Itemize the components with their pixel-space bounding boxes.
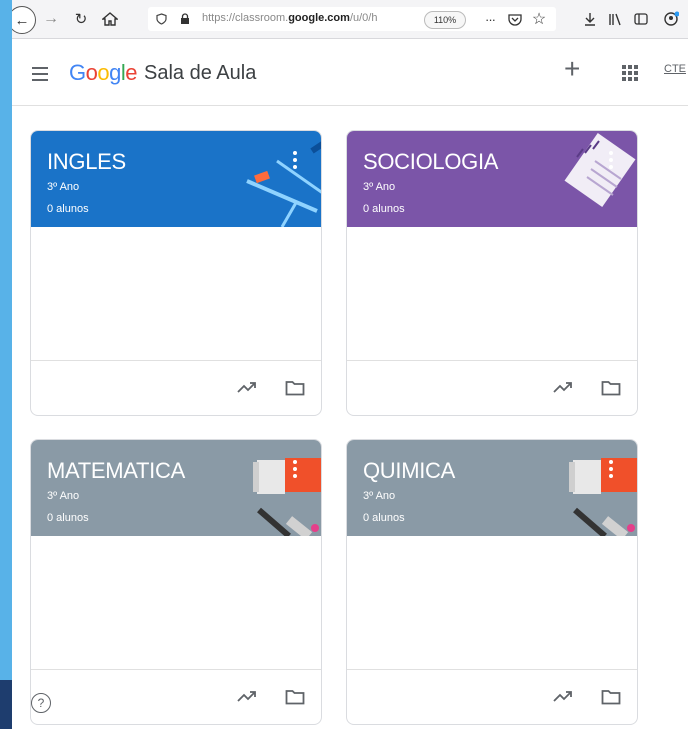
card-footer [31, 360, 321, 415]
class-card-header[interactable]: QUIMICA 3º Ano 0 alunos [347, 440, 637, 536]
more-vert-icon[interactable] [609, 151, 613, 172]
shield-icon[interactable] [154, 8, 168, 30]
left-border [0, 0, 12, 680]
add-icon[interactable]: + [564, 53, 580, 85]
reload-icon[interactable]: ↻ [72, 8, 90, 30]
trending-icon[interactable] [237, 380, 257, 394]
class-card-header[interactable]: INGLES 3º Ano 0 alunos [31, 131, 321, 227]
trending-icon[interactable] [553, 689, 573, 703]
more-vert-icon[interactable] [293, 151, 297, 172]
app-bar: Google Sala de Aula + CTE [12, 39, 688, 106]
more-vert-icon[interactable] [293, 460, 297, 481]
class-title[interactable]: MATEMATICA [47, 458, 185, 484]
sidebar-icon[interactable] [632, 8, 650, 30]
profile-icon[interactable] [660, 8, 682, 30]
card-footer [347, 669, 637, 724]
home-icon[interactable] [100, 8, 120, 30]
account-label[interactable]: CTE [664, 63, 686, 75]
pocket-icon[interactable] [507, 8, 523, 30]
class-card-header[interactable]: MATEMATICA 3º Ano 0 alunos [31, 440, 321, 536]
download-icon[interactable] [582, 8, 598, 30]
menu-icon[interactable] [32, 67, 48, 85]
student-count: 0 alunos [363, 203, 405, 215]
student-count: 0 alunos [363, 512, 405, 524]
class-section: 3º Ano [363, 490, 396, 502]
class-illustration [246, 141, 321, 227]
browser-window: ← → ↻ https://classroom.google.com/u/0/h… [12, 0, 688, 729]
trending-icon[interactable] [553, 380, 573, 394]
student-count: 0 alunos [47, 203, 89, 215]
class-card-quimica[interactable]: QUIMICA 3º Ano 0 alunos [346, 439, 638, 725]
class-section: 3º Ano [47, 490, 80, 502]
class-card-matematica[interactable]: MATEMATICA 3º Ano 0 alunos [30, 439, 322, 725]
more-vert-icon[interactable] [609, 460, 613, 481]
app-name: Sala de Aula [144, 62, 257, 84]
class-title[interactable]: QUIMICA [363, 458, 455, 484]
logo-letter: G [69, 60, 86, 85]
logo-letter: o [97, 60, 110, 85]
apps-icon[interactable] [622, 65, 638, 81]
trending-icon[interactable] [237, 689, 257, 703]
folder-icon[interactable] [285, 380, 305, 396]
class-card-sociologia[interactable]: SOCIOLOGIA 3º Ano 0 alunos [346, 130, 638, 416]
class-section: 3º Ano [363, 181, 396, 193]
folder-icon[interactable] [601, 380, 621, 396]
card-footer [347, 360, 637, 415]
student-count: 0 alunos [47, 512, 89, 524]
folder-icon[interactable] [285, 689, 305, 705]
left-border-lower [0, 680, 12, 729]
card-footer [31, 669, 321, 724]
class-illustration [564, 133, 636, 207]
browser-toolbar: ← → ↻ https://classroom.google.com/u/0/h… [12, 0, 688, 39]
lock-icon [178, 8, 192, 30]
logo-letter: e [125, 60, 138, 85]
back-icon[interactable]: ← [12, 6, 36, 34]
forward-icon[interactable]: → [42, 8, 60, 30]
logo-letter: o [85, 60, 98, 85]
help-icon[interactable]: ? [31, 693, 51, 713]
library-icon[interactable] [606, 8, 624, 30]
logo-letter: g [109, 60, 121, 85]
class-title[interactable]: INGLES [47, 149, 126, 175]
class-title[interactable]: SOCIOLOGIA [363, 149, 498, 175]
star-icon[interactable]: ☆ [530, 8, 548, 30]
class-card-ingles[interactable]: INGLES 3º Ano 0 alunos [30, 130, 322, 416]
folder-icon[interactable] [601, 689, 621, 705]
google-logo[interactable]: Google [69, 60, 138, 86]
class-section: 3º Ano [47, 181, 80, 193]
class-card-header[interactable]: SOCIOLOGIA 3º Ano 0 alunos [347, 131, 637, 227]
zoom-badge[interactable]: 110% [424, 11, 466, 29]
class-illustration [253, 458, 321, 536]
more-icon[interactable]: ··· [480, 8, 500, 30]
url-text: https://classroom.google.com/u/0/h [202, 12, 378, 24]
class-illustration [569, 458, 637, 536]
